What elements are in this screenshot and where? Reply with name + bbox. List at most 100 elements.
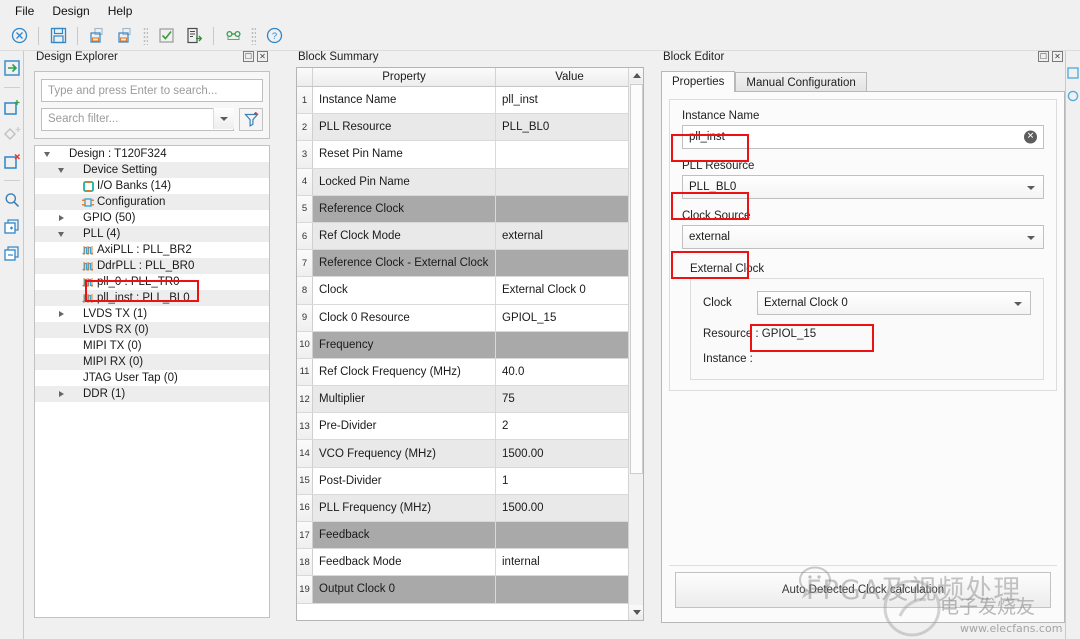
table-row[interactable]: 13 Pre-Divider 2	[297, 413, 643, 441]
table-row[interactable]: 17 Feedback	[297, 522, 643, 550]
close-icon[interactable]: ✕	[257, 51, 268, 62]
table-row[interactable]: 5 Reference Clock	[297, 195, 643, 223]
clear-icon[interactable]: ✕	[1024, 130, 1037, 144]
row-index: 14	[297, 440, 313, 467]
clock-select-wrap: External Clock 0	[757, 291, 1031, 315]
tree-item[interactable]: MIPI RX (0)	[35, 354, 269, 370]
right-circle-icon[interactable]	[1067, 90, 1079, 105]
table-row[interactable]: 10 Frequency	[297, 331, 643, 359]
tree-twisty-icon[interactable]	[55, 311, 67, 317]
table-row[interactable]: 12 Multiplier 75	[297, 386, 643, 414]
float-icon[interactable]: ☐	[243, 51, 254, 62]
table-row[interactable]: 15 Post-Divider 1	[297, 467, 643, 495]
table-row[interactable]: 6 Ref Clock Mode external	[297, 222, 643, 251]
tree-item[interactable]: LVDS TX (1)	[35, 306, 269, 322]
pll-resource-label: PLL Resource	[682, 160, 755, 172]
close-design-icon[interactable]	[6, 23, 32, 49]
tree-item[interactable]: GPIO (50)	[35, 210, 269, 226]
menu-file[interactable]: File	[6, 1, 43, 21]
filter-icon[interactable]	[239, 108, 263, 131]
table-row[interactable]: 8 Clock External Clock 0	[297, 277, 643, 305]
clock-source-select[interactable]: external	[682, 225, 1044, 249]
remove-block-icon[interactable]	[1, 150, 23, 172]
panel-title: Block Editor	[663, 51, 725, 63]
block-summary-table[interactable]: Property Value 1 Instance Name pll_inst 2 PL…	[296, 67, 644, 621]
table-row[interactable]: 14 VCO Frequency (MHz) 1500.00	[297, 440, 643, 468]
help-icon[interactable]: ?	[261, 23, 287, 49]
table-row[interactable]: 18 Feedback Mode internal	[297, 549, 643, 577]
tree-node-icon	[81, 293, 95, 304]
auto-calculate-button[interactable]: Auto Detected Clock calculation	[675, 572, 1051, 608]
export-design-icon[interactable]	[112, 23, 138, 49]
tree-item-label: Configuration	[97, 196, 166, 208]
tab-manual-configuration[interactable]: Manual Configuration	[735, 72, 867, 92]
scrollbar-thumb[interactable]	[630, 84, 643, 474]
tree-item[interactable]: PLL (4)	[35, 226, 269, 242]
table-row[interactable]: 19 Output Clock 0	[297, 576, 643, 604]
menu-design[interactable]: Design	[43, 1, 98, 21]
tree-twisty-icon[interactable]	[55, 391, 67, 397]
link-icon[interactable]	[220, 23, 246, 49]
chevron-down-icon[interactable]	[1027, 231, 1035, 243]
import-design-icon[interactable]	[84, 23, 110, 49]
table-row[interactable]: 2 PLL Resource PLL_BL0	[297, 114, 643, 142]
tree-item[interactable]: I/O Banks (14)	[35, 178, 269, 194]
scroll-down-icon[interactable]	[629, 605, 643, 620]
tree-item[interactable]: MIPI TX (0)	[35, 338, 269, 354]
search-icon[interactable]	[1, 189, 23, 211]
instance-name-value: pll_inst	[689, 131, 725, 143]
table-row[interactable]: 11 Ref Clock Frequency (MHz) 40.0	[297, 358, 643, 387]
table-row[interactable]: 4 Locked Pin Name	[297, 168, 643, 196]
clock-row: Clock External Clock 0	[703, 291, 1031, 315]
tree-item[interactable]: pll_0 : PLL_TR0	[35, 274, 269, 290]
table-vertical-scrollbar[interactable]	[628, 68, 643, 620]
tree-item[interactable]: Device Setting	[35, 162, 269, 178]
tree-item[interactable]: Design : T120F324	[35, 146, 269, 162]
tree-item[interactable]: LVDS RX (0)	[35, 322, 269, 338]
right-panel-toggle-icon[interactable]	[1067, 67, 1079, 82]
tree-twisty-icon[interactable]	[55, 231, 67, 237]
tree-twisty-icon[interactable]	[41, 151, 53, 157]
search-filter-combo[interactable]: Search filter...	[41, 108, 234, 131]
tab-properties[interactable]: Properties	[661, 71, 736, 92]
table-row[interactable]: 7 Reference Clock - External Clock	[297, 250, 643, 278]
chevron-down-icon[interactable]	[213, 108, 234, 129]
duplicate-icon[interactable]	[1, 243, 23, 265]
table-row[interactable]: 3 Reset Pin Name	[297, 141, 643, 169]
cell-property: Output Clock 0	[313, 576, 496, 603]
tree-item[interactable]: AxiPLL : PLL_BR2	[35, 242, 269, 258]
tree-item[interactable]: Configuration	[35, 194, 269, 210]
add-diamond-icon[interactable]	[1, 123, 23, 145]
search-input[interactable]	[41, 79, 263, 102]
check-design-icon[interactable]	[153, 23, 179, 49]
generate-report-icon[interactable]	[181, 23, 207, 49]
tree-item[interactable]: DDR (1)	[35, 386, 269, 402]
clock-select[interactable]: External Clock 0	[757, 291, 1031, 315]
table-row[interactable]: 9 Clock 0 Resource GPIOL_15	[297, 304, 643, 332]
float-icon[interactable]: ☐	[1038, 51, 1049, 62]
add-block-icon[interactable]	[1, 96, 23, 118]
scroll-up-icon[interactable]	[629, 68, 643, 83]
instance-name-input[interactable]: pll_inst ✕	[682, 125, 1044, 149]
tree-twisty-icon[interactable]	[55, 215, 67, 221]
tree-item[interactable]: DdrPLL : PLL_BR0	[35, 258, 269, 274]
row-index: 13	[297, 413, 313, 440]
chevron-down-icon[interactable]	[1014, 297, 1022, 309]
close-icon[interactable]: ✕	[1052, 51, 1063, 62]
tree-item[interactable]: pll_inst : PLL_BL0	[35, 290, 269, 306]
design-tree[interactable]: Design : T120F324 Device Setting I/O Banks…	[34, 145, 270, 618]
save-icon[interactable]	[45, 23, 71, 49]
cell-value	[496, 522, 643, 549]
cell-property: Frequency	[313, 331, 496, 358]
tree-item[interactable]: JTAG User Tap (0)	[35, 370, 269, 386]
table-row[interactable]: 16 PLL Frequency (MHz) 1500.00	[297, 494, 643, 522]
tree-item-label: MIPI TX (0)	[83, 340, 142, 352]
add-input-icon[interactable]	[1, 57, 23, 79]
table-row[interactable]: 1 Instance Name pll_inst	[297, 87, 643, 115]
pll-resource-select[interactable]: PLL_BL0	[682, 175, 1044, 199]
tree-twisty-icon[interactable]	[55, 167, 67, 173]
menu-help[interactable]: Help	[99, 1, 142, 21]
duplicate-add-icon[interactable]	[1, 216, 23, 238]
instance-name-label: Instance Name	[682, 110, 760, 122]
chevron-down-icon[interactable]	[1027, 181, 1035, 193]
